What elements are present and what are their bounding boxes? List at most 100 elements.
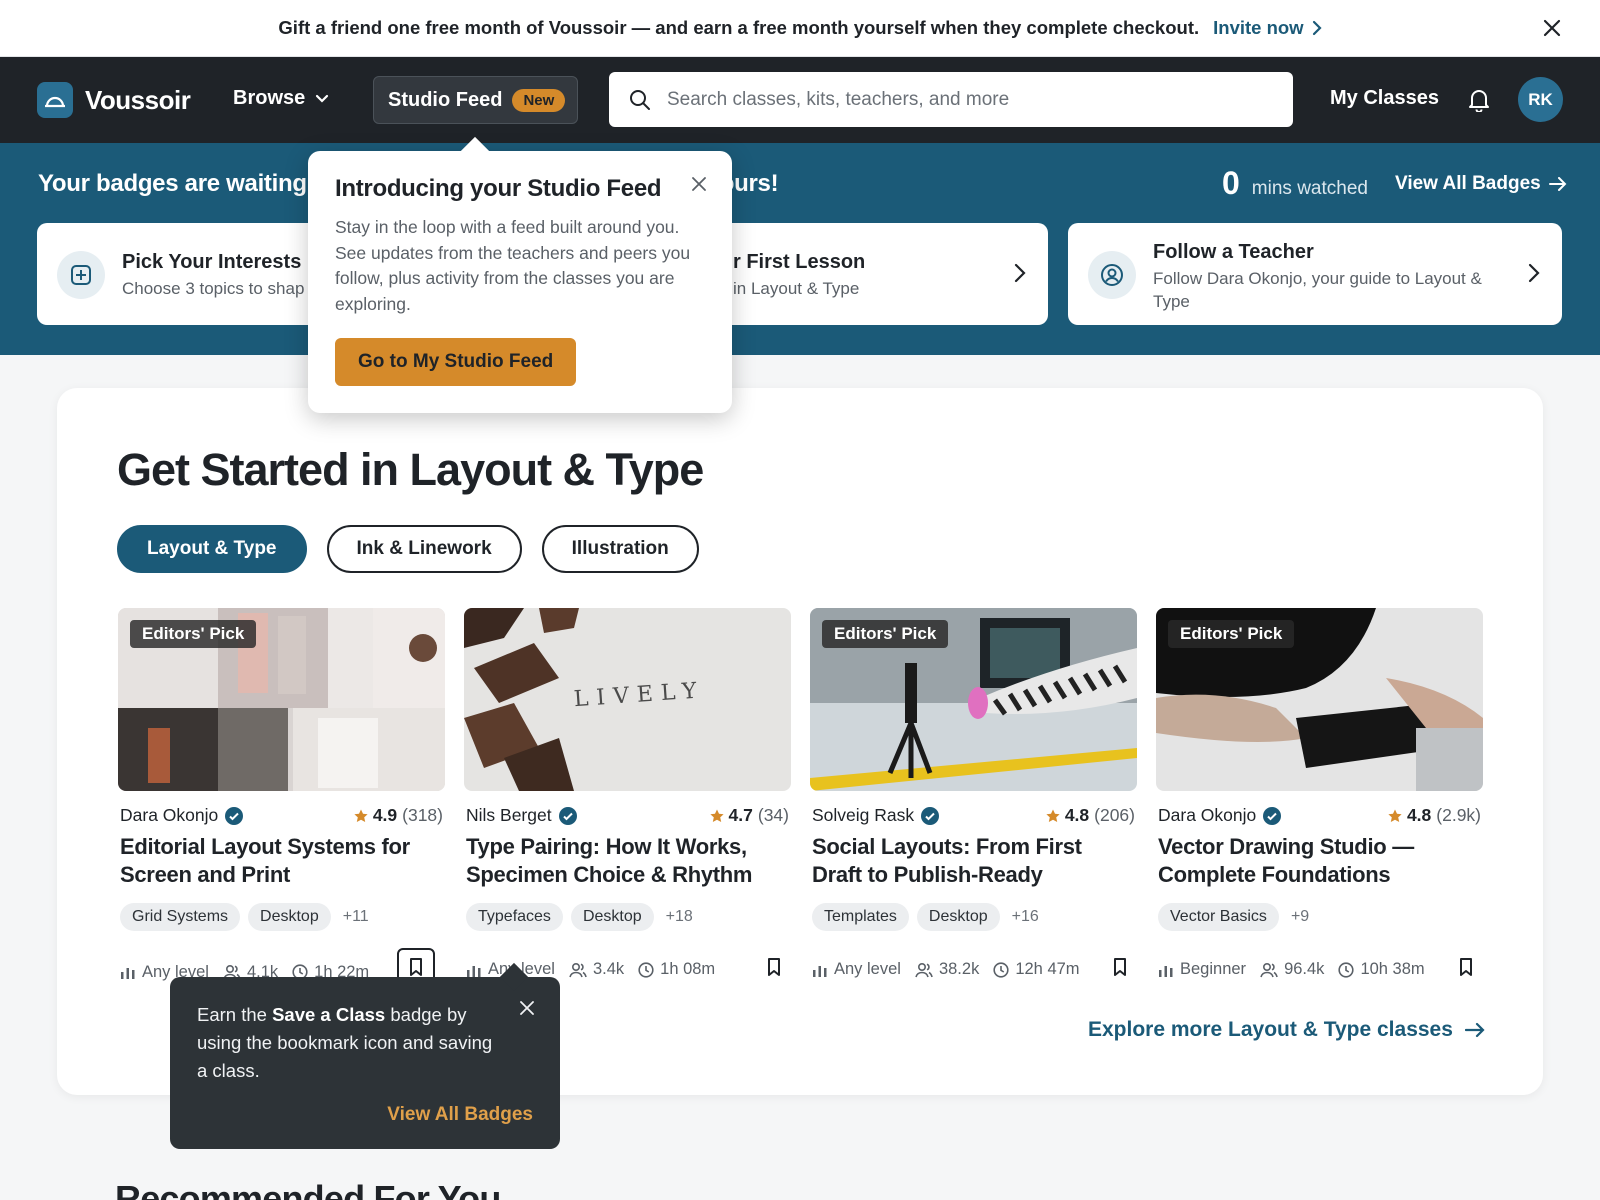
- new-badge: New: [512, 88, 566, 112]
- teacher[interactable]: Dara Okonjo: [120, 805, 244, 826]
- explore-more-label: Explore more Layout & Type classes: [1088, 1018, 1453, 1041]
- rating: 4.7 (34): [709, 805, 789, 826]
- badge-card-subtitle-cont: Type: [1153, 292, 1190, 311]
- duration-value: 12h 47m: [1015, 960, 1080, 978]
- level-bars-icon: [121, 968, 135, 979]
- tag[interactable]: Desktop: [570, 903, 654, 931]
- teacher-name: Solveig Rask: [812, 805, 915, 825]
- brand-logo[interactable]: Voussoir: [37, 82, 191, 118]
- students-stat: 96.4k: [1260, 960, 1324, 979]
- explore-more-link[interactable]: Explore more Layout & Type classes: [1088, 1018, 1485, 1042]
- chevron-down-icon: [316, 94, 329, 103]
- view-all-badges-link[interactable]: View All Badges: [1395, 173, 1567, 195]
- recommended-heading: Recommended For You: [115, 1178, 501, 1200]
- bookmark-icon: [410, 958, 422, 976]
- arrow-right-icon: [1464, 1022, 1485, 1038]
- students-stat: 38.2k: [915, 960, 979, 979]
- logo-mark-icon: [37, 82, 73, 118]
- tag[interactable]: Grid Systems: [120, 903, 241, 931]
- my-classes-link[interactable]: My Classes: [1330, 87, 1439, 110]
- class-thumbnail[interactable]: LIVELY: [464, 608, 791, 791]
- tooltip-text-pre: Earn the: [197, 1004, 273, 1025]
- class-thumbnail[interactable]: Editors' Pick: [1156, 608, 1483, 791]
- bookmark-icon: [1460, 958, 1472, 976]
- browse-menu[interactable]: Browse: [233, 87, 329, 110]
- badge-card-title: r First Lesson: [733, 251, 866, 273]
- students-value: 96.4k: [1284, 960, 1325, 978]
- badges-heading-start: Your badges are waiting: [38, 170, 307, 197]
- bookmark-button[interactable]: [767, 958, 781, 981]
- level-bars-icon: [467, 965, 481, 977]
- close-icon[interactable]: [520, 1001, 534, 1015]
- class-title[interactable]: Social Layouts: From First Draft to Publ…: [812, 833, 1135, 889]
- star-icon: [1388, 809, 1402, 822]
- class-title[interactable]: Editorial Layout Systems for Screen and …: [120, 833, 443, 889]
- tag[interactable]: Desktop: [916, 903, 1000, 931]
- chip-illustration[interactable]: Illustration: [541, 525, 699, 573]
- duration-stat: 1h 08m: [638, 960, 715, 979]
- verified-icon: [1263, 806, 1282, 825]
- class-title[interactable]: Vector Drawing Studio — Complete Foundat…: [1158, 833, 1481, 889]
- search-input[interactable]: [667, 88, 1267, 111]
- rating: 4.8 (206): [1046, 805, 1135, 826]
- teacher[interactable]: Nils Berget: [466, 805, 577, 826]
- studio-feed-button[interactable]: Studio Feed New: [373, 76, 578, 124]
- users-icon: [915, 962, 933, 977]
- promo-message: Gift a friend one free month of Voussoir…: [278, 17, 1200, 38]
- class-title[interactable]: Type Pairing: How It Works, Specimen Cho…: [466, 833, 789, 889]
- mins-watched: 0 mins watched: [1222, 165, 1368, 202]
- rating: 4.8 (2.9k): [1388, 805, 1481, 826]
- chip-ink-linework[interactable]: Ink & Linework: [326, 525, 522, 573]
- teacher[interactable]: Solveig Rask: [812, 805, 940, 826]
- promo-banner: Gift a friend one free month of Voussoir…: [0, 0, 1600, 57]
- editors-pick-badge: Editors' Pick: [130, 620, 257, 648]
- teacher-name: Dara Okonjo: [1158, 805, 1257, 825]
- mins-label: mins watched: [1251, 178, 1368, 199]
- star-icon: [709, 809, 724, 822]
- close-icon[interactable]: [1540, 16, 1564, 40]
- chevron-right-icon: [1312, 20, 1322, 36]
- rating: 4.9 (318): [354, 805, 443, 826]
- close-icon[interactable]: [692, 177, 706, 191]
- star-icon: [1046, 809, 1060, 822]
- bookmark-icon: [1114, 958, 1126, 976]
- level-bars-icon: [813, 965, 827, 977]
- level-value: Beginner: [1180, 960, 1247, 978]
- badge-card-follow-teacher[interactable]: Follow a Teacher Follow Dara Okonjo, you…: [1068, 223, 1562, 325]
- studio-feed-label: Studio Feed: [388, 88, 503, 111]
- bookmark-button[interactable]: [1459, 958, 1473, 981]
- editors-pick-badge: Editors' Pick: [1168, 620, 1295, 648]
- chevron-right-icon: [1528, 263, 1540, 283]
- class-meta: Dara Okonjo 4.8 (2.9k): [1158, 805, 1481, 826]
- bell-icon[interactable]: [1468, 88, 1490, 112]
- user-circle-icon: [1088, 251, 1136, 299]
- chip-layout-type[interactable]: Layout & Type: [117, 525, 307, 573]
- students-stat: 3.4k: [569, 960, 624, 979]
- tooltip-view-all-badges-link[interactable]: View All Badges: [387, 1104, 533, 1126]
- search-icon: [630, 89, 650, 110]
- verified-icon: [921, 806, 940, 825]
- bookmark-button[interactable]: [1113, 958, 1127, 981]
- users-icon: [569, 962, 587, 977]
- editors-pick-badge: Editors' Pick: [822, 620, 949, 648]
- teacher[interactable]: Dara Okonjo: [1158, 805, 1282, 826]
- avatar[interactable]: RK: [1518, 77, 1563, 122]
- badge-card-title: Follow a Teacher: [1153, 241, 1314, 263]
- tag[interactable]: Vector Basics: [1158, 903, 1279, 931]
- class-thumbnail[interactable]: Editors' Pick: [118, 608, 445, 791]
- tag[interactable]: Desktop: [248, 903, 331, 931]
- rating-count: (318): [402, 805, 443, 825]
- rating-count: (2.9k): [1436, 805, 1481, 825]
- level-value: Any level: [834, 960, 901, 978]
- invite-link[interactable]: Invite now: [1213, 17, 1322, 39]
- tag[interactable]: Typefaces: [466, 903, 563, 931]
- class-thumbnail[interactable]: Editors' Pick: [810, 608, 1137, 791]
- teacher-name: Nils Berget: [466, 805, 552, 825]
- level-stat: Any level: [812, 960, 901, 979]
- go-to-studio-feed-button[interactable]: Go to My Studio Feed: [335, 338, 577, 386]
- class-tags: Grid Systems Desktop +11: [120, 903, 369, 931]
- brand-name: Voussoir: [85, 84, 191, 115]
- tag[interactable]: Templates: [812, 903, 909, 931]
- star-icon: [354, 809, 368, 822]
- class-meta: Solveig Rask 4.8 (206): [812, 805, 1135, 826]
